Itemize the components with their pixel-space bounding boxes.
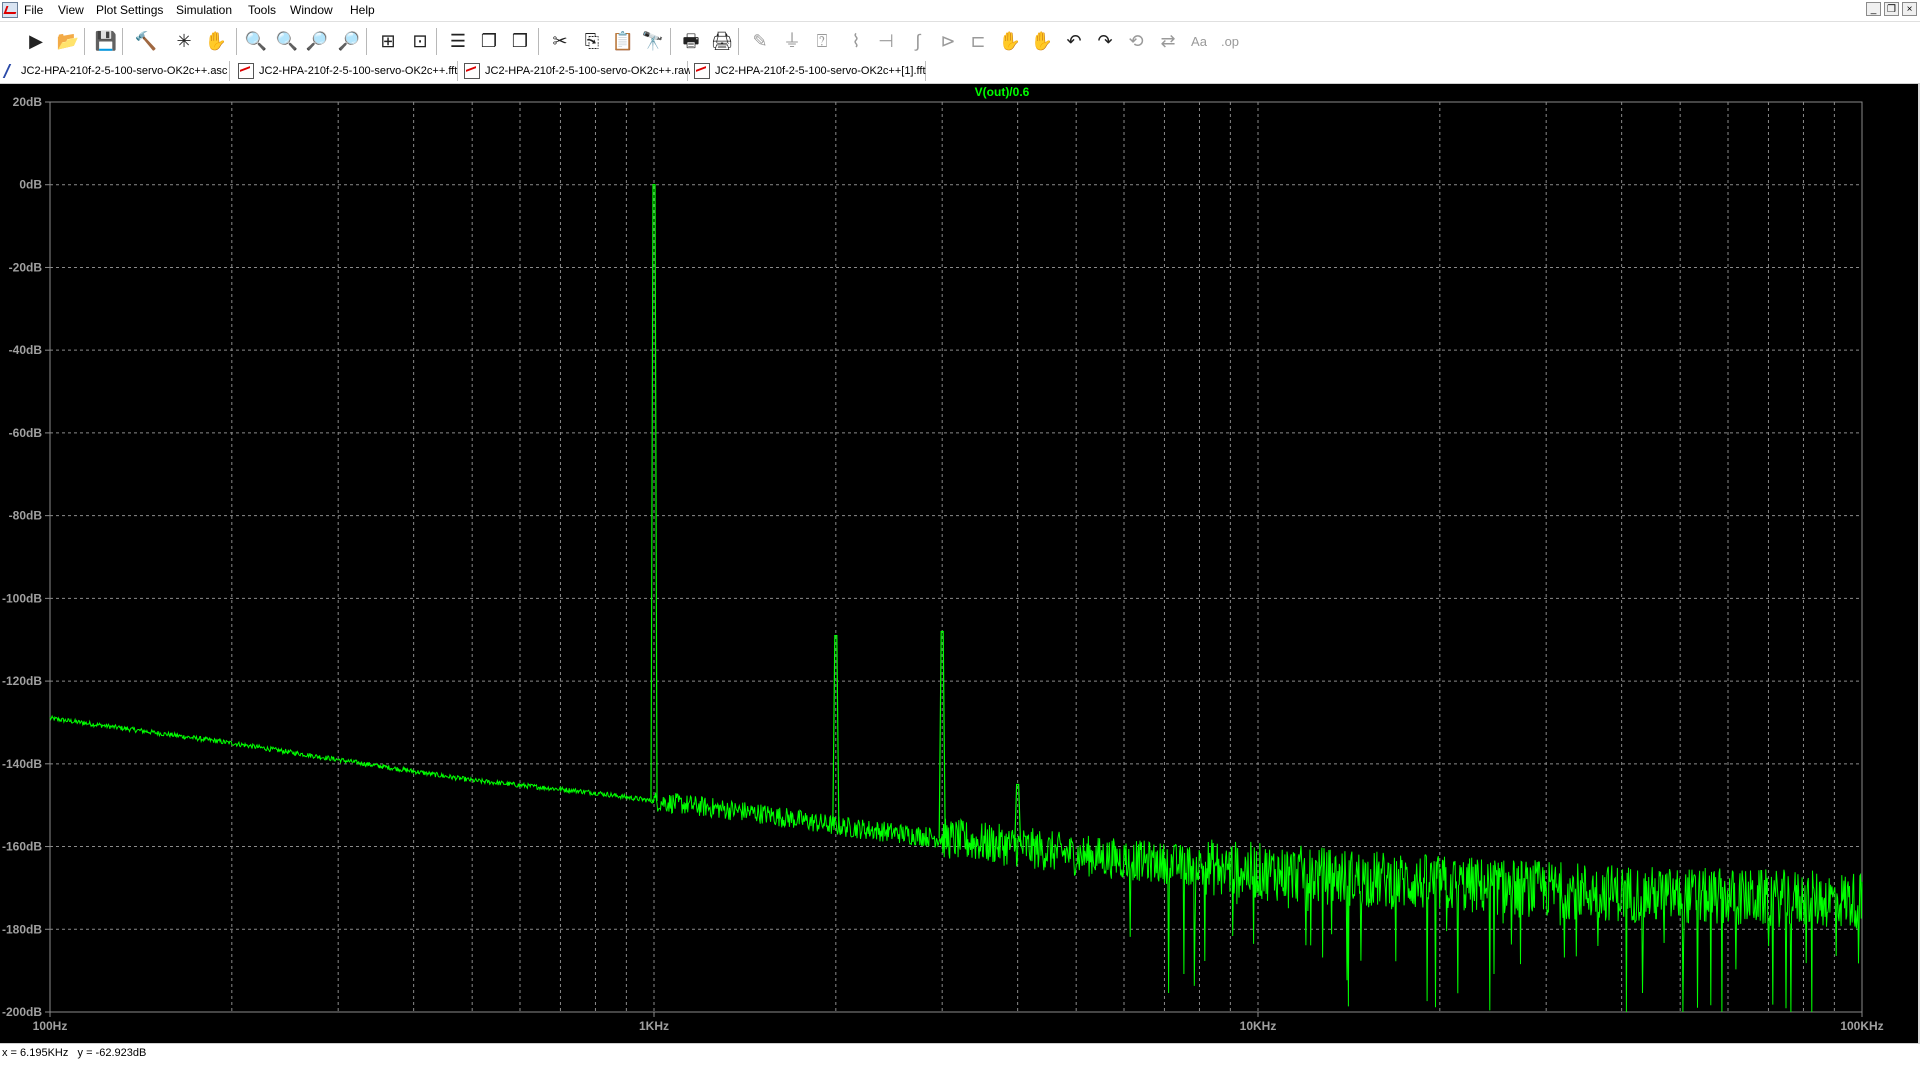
label-net-icon[interactable]: ⍰ <box>810 29 834 53</box>
toolbar-separator <box>670 28 671 55</box>
zoom-in-icon[interactable]: 🔍 <box>244 29 268 53</box>
tab-label: JC2-HPA-210f-2-5-100-servo-OK2c++.raw <box>485 65 693 77</box>
undo-icon[interactable]: ↶ <box>1062 29 1086 53</box>
autorange-icon[interactable]: ⊞ <box>376 29 400 53</box>
x-tick-label: 10KHz <box>1240 1019 1277 1033</box>
drag-icon[interactable]: ✋ <box>1030 29 1054 53</box>
toolbar-separator <box>236 28 237 55</box>
pan-icon[interactable]: ✋ <box>204 29 228 53</box>
y-tick-label: -60dB <box>9 426 43 440</box>
toolbar-separator <box>122 28 123 55</box>
toolbar-separator <box>84 28 85 55</box>
move-icon[interactable]: ✋ <box>998 29 1022 53</box>
zoom-area-icon[interactable]: 🔍 <box>275 29 299 53</box>
y-tick-label: 0dB <box>19 178 42 192</box>
toolbar: ▶ 📂 💾 🔨 ✳ ✋ 🔍 🔍 🔎 🔎 ⊞ ⊡ ☰ ❐ ❒ ✂ ⎘ 📋 🔭 🖶 🖨 ✎ ⏚ ⍰ ⌇ ⊣ ∫ ⊳ ⊏ ✋ ✋ ↶ ↷ ⟲ ⇄ Aa .op <box>0 21 1920 60</box>
tab-fft[interactable]: JC2-HPA-210f-2-5-100-servo-OK2c++.fft <box>234 61 458 81</box>
tab-label: JC2-HPA-210f-2-5-100-servo-OK2c++.asc <box>21 65 228 77</box>
waveform-icon <box>238 63 254 79</box>
cursor-readout: x = 6.195KHz y = -62.923dB <box>2 1047 147 1059</box>
toolbar-separator <box>738 28 739 55</box>
plot-frame <box>49 101 1863 1013</box>
menu-window[interactable]: Window <box>290 3 333 17</box>
save-icon[interactable]: 💾 <box>94 29 118 53</box>
mirror-icon[interactable]: ⇄ <box>1156 29 1180 53</box>
print-icon[interactable]: 🖶 <box>679 29 703 53</box>
close-button[interactable]: × <box>1902 2 1917 16</box>
control-panel-icon[interactable]: 🔨 <box>134 29 158 53</box>
schematic-icon <box>2 64 20 78</box>
y-tick-label: -180dB <box>2 922 42 936</box>
diode-icon[interactable]: ⊳ <box>936 29 960 53</box>
menu-help[interactable]: Help <box>350 3 375 17</box>
zoom-out-icon[interactable]: 🔎 <box>305 29 329 53</box>
x-tick-label: 100KHz <box>1840 1019 1883 1033</box>
cascade-icon[interactable]: ❐ <box>477 29 501 53</box>
waveform-icon <box>694 63 710 79</box>
menu-file[interactable]: File <box>24 3 43 17</box>
tab-raw[interactable]: JC2-HPA-210f-2-5-100-servo-OK2c++.raw <box>460 61 692 81</box>
copy-icon[interactable]: ⎘ <box>580 29 604 53</box>
open-folder-icon[interactable]: 📂 <box>56 29 80 53</box>
tile-horizontal-icon[interactable]: ☰ <box>446 29 470 53</box>
y-tick-label: -20dB <box>9 260 43 274</box>
x-tick-label: 100Hz <box>33 1019 68 1033</box>
waveform-icon <box>464 63 480 79</box>
ground-icon[interactable]: ⏚ <box>780 29 804 53</box>
menu-view[interactable]: View <box>58 3 84 17</box>
resistor-icon[interactable]: ⌇ <box>844 29 868 53</box>
paste-icon[interactable]: 📋 <box>611 29 635 53</box>
find-icon[interactable]: 🔭 <box>641 29 665 53</box>
y-tick-label: -100dB <box>2 591 42 605</box>
run-icon[interactable]: ▶ <box>24 29 48 53</box>
minimize-button[interactable]: _ <box>1866 2 1881 16</box>
ltspice-app-icon[interactable] <box>2 2 19 18</box>
toolbar-separator <box>436 28 437 55</box>
menu-bar: File View Plot Settings Simulation Tools… <box>0 0 1920 20</box>
menu-simulation[interactable]: Simulation <box>176 3 232 17</box>
redo-icon[interactable]: ↷ <box>1093 29 1117 53</box>
toolbar-separator <box>366 28 367 55</box>
tile-vertical-icon[interactable]: ❒ <box>508 29 532 53</box>
y-tick-label: -80dB <box>9 509 43 523</box>
trace-noise-floor <box>49 714 1863 1013</box>
y-tick-label: -200dB <box>2 1005 42 1019</box>
y-tick-label: -120dB <box>2 674 42 688</box>
tab-label: JC2-HPA-210f-2-5-100-servo-OK2c++[1].fft <box>715 65 926 77</box>
capacitor-icon[interactable]: ⊣ <box>874 29 898 53</box>
tab-fft-1[interactable]: JC2-HPA-210f-2-5-100-servo-OK2c++[1].fft <box>690 61 926 81</box>
chart-title: V(out)/0.6 <box>975 85 1030 99</box>
menu-plot-settings[interactable]: Plot Settings <box>96 3 163 17</box>
trace-peak-2 <box>832 634 840 826</box>
tab-schematic[interactable]: JC2-HPA-210f-2-5-100-servo-OK2c++.asc <box>2 61 230 81</box>
restore-button[interactable]: ❐ <box>1884 2 1899 16</box>
autoscale-icon[interactable]: ⊡ <box>408 29 432 53</box>
text-icon[interactable]: Aa <box>1187 29 1211 53</box>
print-setup-icon[interactable]: 🖨 <box>710 29 734 53</box>
rotate-icon[interactable]: ⟲ <box>1124 29 1148 53</box>
tab-label: JC2-HPA-210f-2-5-100-servo-OK2c++.fft <box>259 65 458 77</box>
component-icon[interactable]: ⊏ <box>966 29 990 53</box>
toolbar-separator <box>538 28 539 55</box>
inductor-icon[interactable]: ∫ <box>906 29 930 53</box>
y-tick-label: 20dB <box>13 95 43 109</box>
status-bar: x = 6.195KHz y = -62.923dB <box>0 1043 1920 1081</box>
y-tick-label: -140dB <box>2 757 42 771</box>
fft-chart[interactable]: 20dB 0dB -20dB -40dB -60dB -80dB -100dB -120dB -… <box>0 84 1920 1043</box>
cut-icon[interactable]: ✂ <box>548 29 572 53</box>
halt-icon[interactable]: ✳ <box>172 29 196 53</box>
waveform-plot[interactable]: 20dB 0dB -20dB -40dB -60dB -80dB -100dB -120dB -… <box>0 84 1920 1043</box>
y-tick-label: -40dB <box>9 343 43 357</box>
wire-icon[interactable]: ✎ <box>748 29 772 53</box>
spice-directive-icon[interactable]: .op <box>1218 29 1242 53</box>
zoom-fit-icon[interactable]: 🔎 <box>337 29 361 53</box>
document-tab-bar: JC2-HPA-210f-2-5-100-servo-OK2c++.asc JC… <box>0 59 1920 84</box>
y-tick-label: -160dB <box>2 840 42 854</box>
menu-tools[interactable]: Tools <box>248 3 276 17</box>
x-tick-label: 1KHz <box>639 1019 669 1033</box>
